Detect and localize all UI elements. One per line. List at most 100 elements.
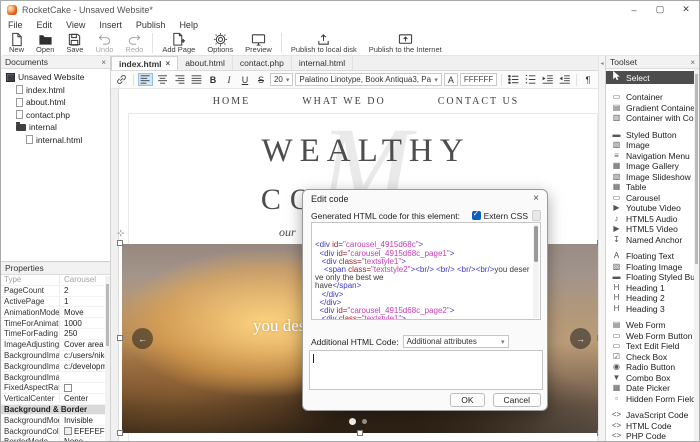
bold-button[interactable]: B xyxy=(206,73,220,86)
tab-internal-html[interactable]: internal.html xyxy=(292,56,353,70)
tab-about-html[interactable]: about.html xyxy=(178,56,233,70)
selection-handle[interactable] xyxy=(117,430,123,436)
toolset-item-container[interactable]: ▭Container xyxy=(606,92,694,103)
checkbox-unchecked-icon[interactable] xyxy=(64,384,72,392)
pilcrow-button[interactable]: ¶ xyxy=(581,73,595,86)
selection-handle[interactable] xyxy=(117,335,123,341)
underline-button[interactable]: U xyxy=(238,73,252,86)
toolset-item-image-gallery[interactable]: ▦Image Gallery xyxy=(606,161,694,172)
bullet-list-icon[interactable] xyxy=(506,73,521,86)
toolset-item-javascript-code[interactable]: <>JavaScript Code xyxy=(606,410,694,421)
selection-handle[interactable] xyxy=(597,240,598,246)
save-button[interactable]: Save xyxy=(60,32,89,56)
dialog-close-icon[interactable]: × xyxy=(533,193,539,204)
extern-css-checkbox[interactable] xyxy=(472,211,481,220)
align-right-icon[interactable] xyxy=(172,73,187,86)
toolset-item-navigation-menu[interactable]: ≡Navigation Menu xyxy=(606,151,694,162)
toolset-item-gradient-container[interactable]: ▤Gradient Container xyxy=(606,103,694,114)
property-row-verticalcenter[interactable]: VerticalCenterCenter xyxy=(1,394,110,405)
open-button[interactable]: Open xyxy=(30,32,60,56)
redo-button[interactable]: Redo xyxy=(119,32,149,56)
toolset-item-carousel[interactable]: ▭Carousel xyxy=(606,193,694,204)
editor-scrollbar[interactable]: ◂ xyxy=(598,56,605,441)
link-icon[interactable] xyxy=(114,73,129,86)
cancel-button[interactable]: Cancel xyxy=(493,393,541,407)
tree-item-about-html[interactable]: about.html xyxy=(1,96,110,109)
toolset-item-table[interactable]: ▦Table xyxy=(606,182,694,193)
documents-close-icon[interactable]: × xyxy=(101,58,106,67)
property-row-fixedaspectratio[interactable]: FixedAspectRatio xyxy=(1,383,110,394)
carousel-prev-button[interactable]: ← xyxy=(132,328,153,349)
menu-insert[interactable]: Insert xyxy=(92,20,129,30)
additional-attributes-select[interactable]: Additional attributes ▾ xyxy=(403,335,509,348)
tab-close-icon[interactable]: × xyxy=(166,59,171,68)
font-family-select[interactable]: Palatino Linotype, Book Antiqua3, Pal▾ xyxy=(295,73,442,86)
code-scrollbar[interactable] xyxy=(533,224,539,318)
font-color-button[interactable]: A xyxy=(444,73,458,86)
carousel-dot[interactable] xyxy=(362,419,367,424)
publish-to-local-disk-button[interactable]: Publish to local disk xyxy=(285,32,363,56)
strikethrough-button[interactable]: S xyxy=(254,73,268,86)
property-row-pagecount[interactable]: PageCount2 xyxy=(1,286,110,297)
carousel-next-button[interactable]: → xyxy=(570,328,591,349)
ok-button[interactable]: OK xyxy=(450,393,484,407)
nav-link-home[interactable]: HOME xyxy=(213,96,250,107)
toolset-item-radio-button[interactable]: ◉Radio Button xyxy=(606,362,694,373)
font-color-hex-value[interactable]: FFFFFF xyxy=(460,73,497,86)
align-justify-icon[interactable] xyxy=(189,73,204,86)
selection-handle[interactable] xyxy=(117,240,123,246)
tree-item-internal[interactable]: internal xyxy=(1,121,110,134)
tab-contact-php[interactable]: contact.php xyxy=(233,56,292,70)
property-row-backgroundimage3[interactable]: BackgroundImage3 xyxy=(1,372,110,383)
toolset-item-heading-3[interactable]: HHeading 3 xyxy=(606,304,694,315)
dialog-more-button[interactable] xyxy=(532,210,541,221)
property-row-activepage[interactable]: ActivePage1 xyxy=(1,297,110,308)
toolset-close-icon[interactable]: × xyxy=(690,58,695,67)
menu-file[interactable]: File xyxy=(1,20,30,30)
property-row-imageadjusting[interactable]: ImageAdjustingCover area xyxy=(1,340,110,351)
undo-button[interactable]: Undo xyxy=(89,32,119,56)
increase-indent-icon[interactable] xyxy=(540,73,555,86)
menu-publish[interactable]: Publish xyxy=(129,20,173,30)
minimize-button[interactable]: – xyxy=(621,1,647,18)
property-row-animationmode[interactable]: AnimationModeMove xyxy=(1,307,110,318)
align-left-icon[interactable] xyxy=(138,73,153,86)
property-row-backgroundimage1[interactable]: BackgroundImage1c:/users/niko/ap xyxy=(1,351,110,362)
tree-item-index-html[interactable]: index.html xyxy=(1,84,110,97)
toolset-item-text-edit-field[interactable]: ▭Text Edit Field xyxy=(606,341,694,352)
selection-handle[interactable] xyxy=(597,335,598,341)
color-swatch-icon[interactable] xyxy=(64,427,72,435)
toolset-item-select[interactable]: Select xyxy=(606,71,694,84)
toolset-item-youtube-video[interactable]: ▶Youtube Video xyxy=(606,203,694,214)
toolset-item-styled-button[interactable]: ▬Styled Button xyxy=(606,130,694,141)
toolset-item-hidden-form-field[interactable]: ▫Hidden Form Field xyxy=(606,394,694,405)
close-button[interactable]: ✕ xyxy=(673,1,699,18)
toolset-item-floating-text[interactable]: AFloating Text xyxy=(606,251,694,262)
tab-index-html[interactable]: index.html× xyxy=(111,56,178,70)
move-handle-icon[interactable]: ⊹ xyxy=(117,228,125,239)
toolset-item-html5-audio[interactable]: ♪HTML5 Audio xyxy=(606,214,694,225)
nav-link-contact-us[interactable]: CONTACT US xyxy=(438,96,520,107)
publish-to-the-internet-button[interactable]: Publish to the Internet xyxy=(363,32,448,56)
numbered-list-icon[interactable] xyxy=(523,73,538,86)
toolset-item-floating-image[interactable]: ▧Floating Image xyxy=(606,262,694,273)
property-row-timeforanimation[interactable]: TimeForAnimation1000 xyxy=(1,318,110,329)
toolset-item-named-anchor[interactable]: ↧Named Anchor xyxy=(606,235,694,246)
toolset-item-floating-styled-button[interactable]: ▬Floating Styled Button xyxy=(606,272,694,283)
decrease-indent-icon[interactable] xyxy=(557,73,572,86)
additional-code-textarea[interactable] xyxy=(309,350,543,390)
maximize-button[interactable]: ▢ xyxy=(647,1,673,18)
toolset-item-php-code[interactable]: <>PHP Code xyxy=(606,431,694,441)
menu-view[interactable]: View xyxy=(59,20,92,30)
menu-edit[interactable]: Edit xyxy=(30,20,60,30)
toolset-item-image-slideshow[interactable]: ▧Image Slideshow xyxy=(606,172,694,183)
toolset-item-combo-box[interactable]: ▼Combo Box xyxy=(606,373,694,384)
preview-button[interactable]: Preview xyxy=(239,32,278,56)
property-row-bordermode[interactable]: BorderModeNone xyxy=(1,437,110,441)
new-button[interactable]: New xyxy=(3,32,30,56)
property-row-timeforfading[interactable]: TimeForFading250 xyxy=(1,329,110,340)
options-button[interactable]: Options xyxy=(201,32,239,56)
toolset-item-heading-1[interactable]: HHeading 1 xyxy=(606,283,694,294)
toolset-item-heading-2[interactable]: HHeading 2 xyxy=(606,293,694,304)
tree-item-contact-php[interactable]: contact.php xyxy=(1,109,110,122)
